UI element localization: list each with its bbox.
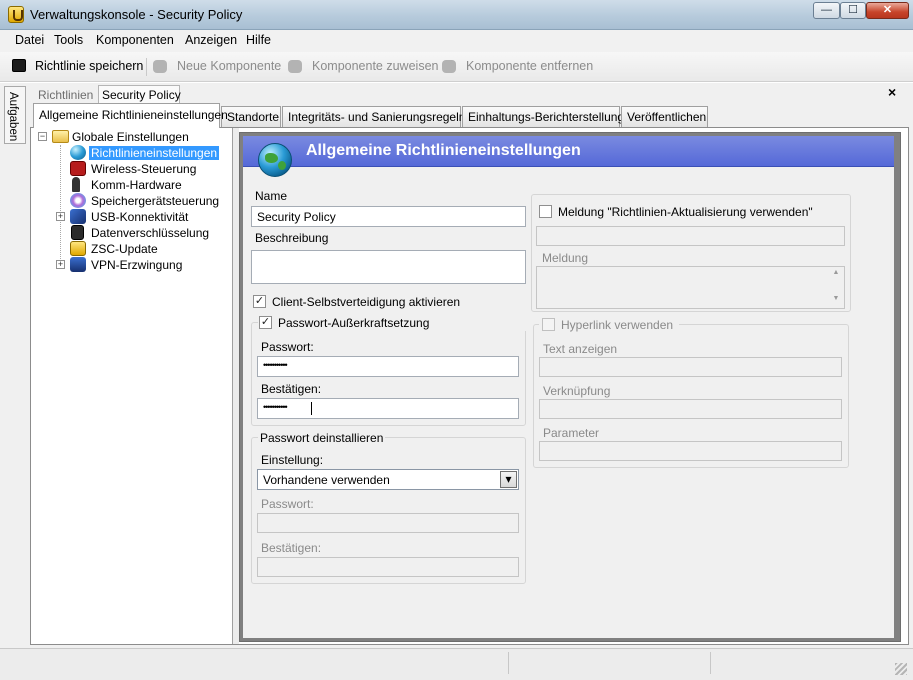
comm-hardware-icon — [72, 177, 80, 192]
name-input[interactable]: Security Policy — [251, 206, 526, 227]
toolbar-separator — [146, 58, 147, 76]
update-message-input[interactable] — [536, 226, 845, 246]
storage-device-icon — [70, 193, 86, 208]
tree-item-zsc-update[interactable]: ZSC-Update — [91, 242, 158, 256]
vpn-icon — [70, 257, 86, 272]
override-confirm-label: Bestätigen: — [261, 382, 322, 396]
wireless-icon — [70, 161, 86, 176]
link-label: Verknüpfung — [543, 384, 611, 398]
tree-item-wireless-control[interactable]: Wireless-Steuerung — [91, 162, 196, 176]
hyperlink-checkbox[interactable] — [542, 318, 555, 331]
uninstall-password-input[interactable] — [257, 513, 519, 533]
uninstall-confirm-input[interactable] — [257, 557, 519, 577]
tab-compliance-reporting[interactable]: Einhaltungs-Berichterstellung — [462, 106, 624, 127]
maximize-button[interactable]: ☐ — [840, 2, 866, 19]
window-title: Verwaltungskonsole - Security Policy — [30, 7, 243, 22]
uninstall-setting-label: Einstellung: — [261, 453, 324, 467]
globe-icon — [258, 143, 292, 177]
override-confirm-input[interactable]: ••••••••••• — [257, 398, 519, 419]
menu-anzeigen[interactable]: Anzeigen — [185, 33, 237, 47]
new-component-icon — [153, 60, 167, 73]
tree-item-policy-settings[interactable]: Richtlinieneinstellungen — [89, 146, 220, 160]
client-self-defense-label: Client-Selbstverteidigung aktivieren — [272, 295, 461, 309]
uninstall-setting-select[interactable]: Vorhandene verwenden — [257, 469, 519, 490]
breadcrumb-current[interactable]: Security Policy — [102, 88, 181, 102]
panel-title: Allgemeine Richtlinieneinstellungen — [306, 142, 581, 159]
status-separator — [710, 652, 711, 674]
uninstall-confirm-label: Bestätigen: — [261, 541, 322, 555]
tasks-side-tab-label: Aufgaben — [7, 92, 19, 142]
tree-item-comm-hardware[interactable]: Komm-Hardware — [91, 178, 182, 192]
tab-integrity-rules[interactable]: Integritäts- und Sanierungsregeln — [282, 106, 465, 127]
usb-icon — [70, 209, 86, 224]
status-separator — [508, 652, 509, 674]
menu-tools[interactable]: Tools — [54, 33, 83, 47]
dropdown-arrow-icon[interactable]: ▾ — [500, 471, 517, 488]
message-label: Meldung — [542, 251, 589, 265]
app-icon — [8, 6, 24, 23]
save-icon — [12, 59, 26, 72]
password-override-checkbox[interactable]: ✓ — [259, 316, 272, 329]
message-scroll-down-icon[interactable]: ▼ — [829, 294, 843, 304]
minimize-button[interactable]: — — [813, 2, 840, 19]
message-scroll-up-icon[interactable]: ▲ — [829, 268, 843, 278]
client-self-defense-checkbox[interactable]: ✓ — [253, 295, 266, 308]
assign-component-button[interactable]: Komponente zuweisen — [312, 59, 438, 73]
globe-icon — [70, 145, 86, 160]
update-message-checkbox[interactable] — [539, 205, 552, 218]
tree-item-usb-connectivity[interactable]: USB-Konnektivität — [91, 210, 188, 224]
folder-icon — [52, 130, 69, 143]
zsc-update-icon — [70, 241, 86, 256]
tree-root-global-settings[interactable]: Globale Einstellungen — [72, 130, 189, 144]
vpn-expand-toggle[interactable]: + — [56, 260, 65, 269]
tab-locations[interactable]: Standorte — [221, 106, 281, 127]
menu-hilfe[interactable]: Hilfe — [246, 33, 271, 47]
close-document-icon[interactable]: × — [888, 84, 896, 100]
name-label: Name — [255, 189, 288, 203]
tree-item-data-encryption[interactable]: Datenverschlüsselung — [91, 226, 209, 240]
tree-item-vpn-enforcement[interactable]: VPN-Erzwingung — [91, 258, 182, 272]
link-input[interactable] — [539, 399, 842, 419]
close-window-button[interactable]: ✕ — [866, 2, 909, 19]
tree-guide-line — [60, 145, 61, 267]
hyperlink-label: Hyperlink verwenden — [561, 318, 674, 332]
update-message-label: Meldung "Richtlinien-Aktualisierung verw… — [558, 205, 813, 219]
remove-component-icon — [442, 60, 456, 73]
override-password-input[interactable]: ••••••••••• — [257, 356, 519, 377]
remove-component-button[interactable]: Komponente entfernen — [466, 59, 593, 73]
new-component-button[interactable]: Neue Komponente — [177, 59, 281, 73]
display-text-label: Text anzeigen — [543, 342, 618, 356]
message-textarea[interactable] — [536, 266, 845, 309]
assign-component-icon — [288, 60, 302, 73]
tree-collapse-toggle[interactable]: − — [38, 132, 47, 141]
tab-general-settings[interactable]: Allgemeine Richtlinieneinstellungen — [33, 103, 228, 128]
override-password-label: Passwort: — [261, 340, 314, 354]
description-input[interactable] — [251, 250, 526, 284]
save-policy-button[interactable]: Richtlinie speichern — [35, 59, 143, 73]
uninstall-password-label: Passwort: — [261, 497, 314, 511]
display-text-input[interactable] — [539, 357, 842, 377]
text-caret — [311, 402, 312, 415]
tab-publish[interactable]: Veröffentlichen — [621, 106, 708, 127]
tree-item-storage-control[interactable]: Speichergerätsteuerung — [91, 194, 219, 208]
password-override-label: Passwort-Außerkraftsetzung — [278, 316, 430, 330]
parameter-label: Parameter — [543, 426, 600, 440]
menu-datei[interactable]: Datei — [15, 33, 44, 47]
menu-komponenten[interactable]: Komponenten — [96, 33, 174, 47]
parameter-input[interactable] — [539, 441, 842, 461]
data-encryption-icon — [71, 225, 84, 240]
usb-expand-toggle[interactable]: + — [56, 212, 65, 221]
description-label: Beschreibung — [255, 231, 329, 245]
status-bar — [0, 648, 913, 680]
resize-grip-icon[interactable] — [895, 663, 907, 675]
uninstall-password-group-label: Passwort deinstallieren — [258, 431, 386, 445]
breadcrumb-root[interactable]: Richtlinien — [38, 88, 93, 102]
